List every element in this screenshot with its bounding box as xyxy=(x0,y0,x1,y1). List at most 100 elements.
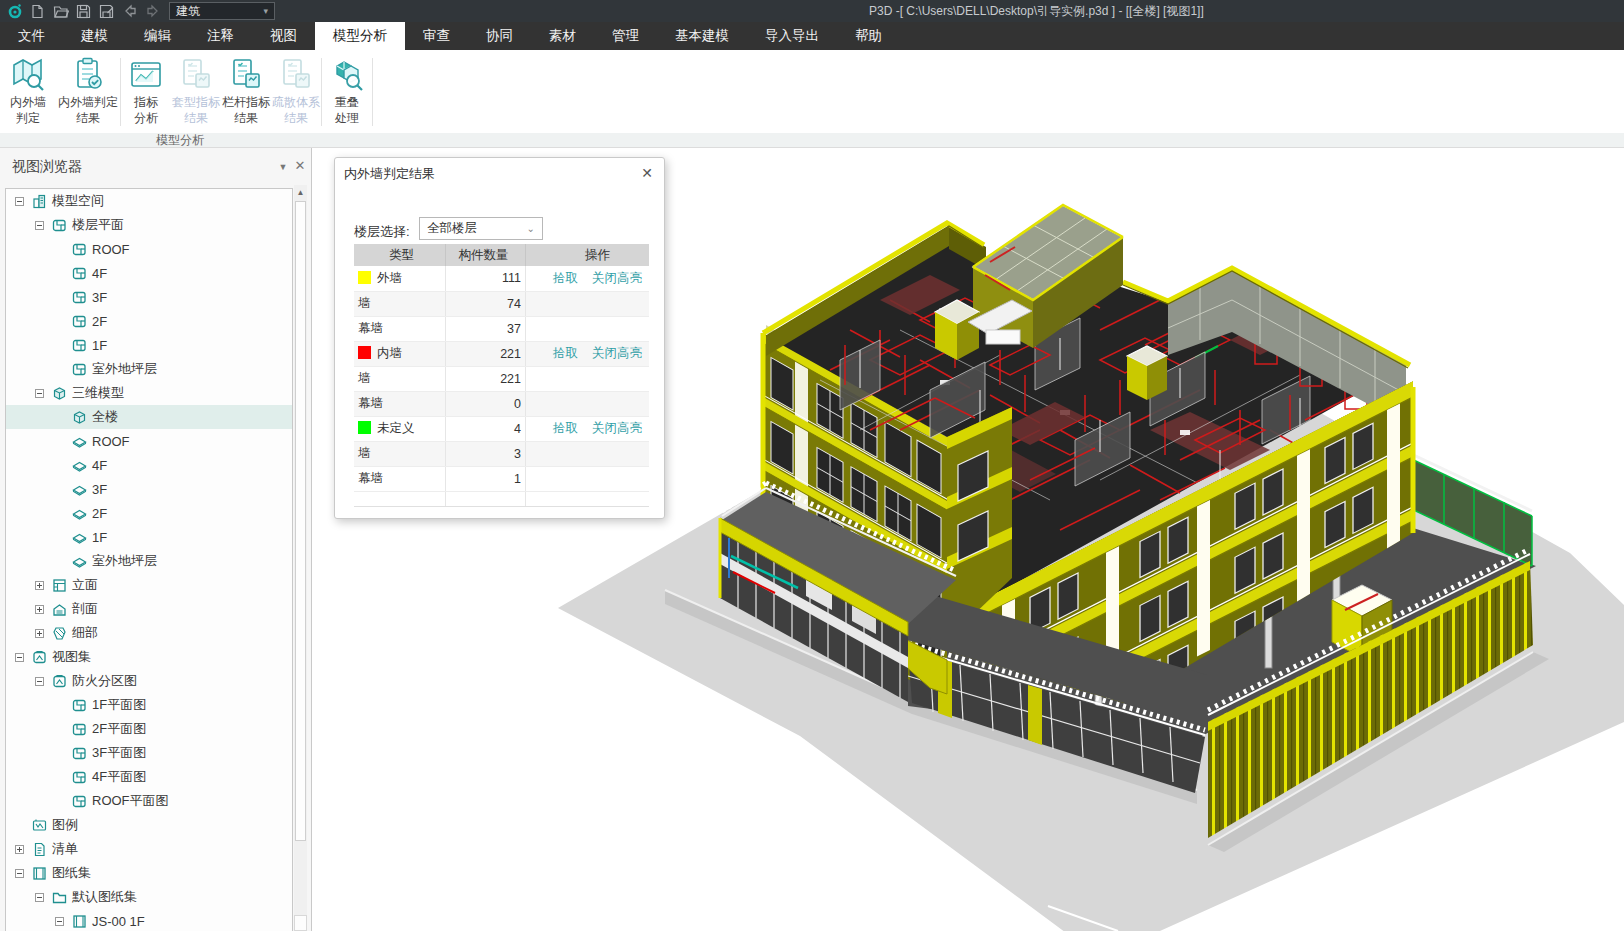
tree-item-三维模型[interactable]: 三维模型 xyxy=(6,381,292,405)
ribbon-button-栏杆指标结果[interactable]: 栏杆指标结果 xyxy=(221,52,271,132)
ribbon-button-内外墙判定结果[interactable]: 内外墙判定结果 xyxy=(56,52,120,132)
open-file-icon[interactable] xyxy=(52,3,69,20)
plan-icon xyxy=(72,722,87,737)
tree-item-模型空间[interactable]: 模型空间 xyxy=(6,189,292,213)
ribbon-button-疏散体系结果[interactable]: 疏散体系结果 xyxy=(271,52,321,132)
tree-item-1F平面图[interactable]: 1F平面图 xyxy=(6,693,292,717)
tree-item-默认图纸集[interactable]: 默认图纸集 xyxy=(6,885,292,909)
panel-collapse-icon[interactable]: ▼ xyxy=(276,160,290,174)
tree-expand-plus-icon[interactable] xyxy=(35,629,44,638)
new-file-icon[interactable] xyxy=(29,3,46,20)
close-highlight-link[interactable]: 关闭高亮 xyxy=(592,346,642,360)
pick-link[interactable]: 拾取 xyxy=(553,346,578,360)
tree-item-2F[interactable]: 2F xyxy=(6,501,292,525)
tree-expand-minus-icon[interactable] xyxy=(35,221,44,230)
tree-expand-plus-icon[interactable] xyxy=(15,845,24,854)
menu-tab-8[interactable]: 协同 xyxy=(468,22,531,50)
tree-item-JS-00 1F[interactable]: JS-00 1F xyxy=(6,909,292,931)
tree-item-视图集[interactable]: 视图集 xyxy=(6,645,292,669)
tree-scrollbar[interactable]: ▲ xyxy=(294,185,307,931)
tree-item-1F[interactable]: 1F xyxy=(6,525,292,549)
ribbon-button-套型指标结果[interactable]: 套型指标结果 xyxy=(171,52,221,132)
menu-tab-4[interactable]: 注释 xyxy=(189,22,252,50)
tree-item-室外地坪层[interactable]: 室外地坪层 xyxy=(6,357,292,381)
tree-item-ROOF[interactable]: ROOF xyxy=(6,429,292,453)
dialog-close-icon[interactable]: ✕ xyxy=(639,165,655,181)
table-row-幕墙-2: 幕墙37 xyxy=(354,316,649,341)
tree-expand-minus-icon[interactable] xyxy=(15,869,24,878)
pick-link[interactable]: 拾取 xyxy=(553,271,578,285)
ribbon-button-重叠处理[interactable]: 重叠处理 xyxy=(322,52,372,132)
menu-tab-7[interactable]: 审查 xyxy=(405,22,468,50)
tree-item-3F[interactable]: 3F xyxy=(6,285,292,309)
menu-tab-2[interactable]: 建模 xyxy=(63,22,126,50)
menu-tab-9[interactable]: 素材 xyxy=(531,22,594,50)
tree-item-1F[interactable]: 1F xyxy=(6,333,292,357)
menu-tab-1[interactable]: 文件 xyxy=(0,22,63,50)
tree-item-ROOF平面图[interactable]: ROOF平面图 xyxy=(6,789,292,813)
table-row-墙-1: 墙74 xyxy=(354,291,649,316)
color-swatch xyxy=(358,421,371,434)
plan-icon xyxy=(72,698,87,713)
tree-item-全楼[interactable]: 全楼 xyxy=(6,405,292,429)
tree-expand-minus-icon[interactable] xyxy=(35,893,44,902)
plan-icon xyxy=(72,338,87,353)
close-highlight-link[interactable]: 关闭高亮 xyxy=(592,421,642,435)
tree-scrollbar-thumb[interactable] xyxy=(295,201,306,841)
menu-tab-13[interactable]: 帮助 xyxy=(837,22,900,50)
menu-tab-12[interactable]: 导入导出 xyxy=(747,22,837,50)
plan-icon xyxy=(72,746,87,761)
menu-tab-10[interactable]: 管理 xyxy=(594,22,657,50)
tree-expand-plus-icon[interactable] xyxy=(35,605,44,614)
undo-icon[interactable] xyxy=(121,3,138,20)
tree-item-剖面[interactable]: 剖面 xyxy=(6,597,292,621)
metric-analysis-icon xyxy=(128,56,164,94)
tree-item-ROOF[interactable]: ROOF xyxy=(6,237,292,261)
menu-tab-6[interactable]: 模型分析 xyxy=(315,22,405,50)
tree-expand-minus-icon[interactable] xyxy=(15,197,24,206)
tree-item-4F[interactable]: 4F xyxy=(6,453,292,477)
ribbon-button-内外墙判定[interactable]: 内外墙判定 xyxy=(0,52,56,132)
redo-icon[interactable] xyxy=(144,3,161,20)
window-title: P3D -[ C:\Users\DELL\Desktop\引导实例.p3d ] … xyxy=(869,0,1204,22)
menu-tab-3[interactable]: 编辑 xyxy=(126,22,189,50)
ribbon-button-指标分析[interactable]: 指标分析 xyxy=(121,52,171,132)
slab-icon xyxy=(72,458,87,473)
tree-expand-minus-icon[interactable] xyxy=(15,653,24,662)
tree-expand-minus-icon[interactable] xyxy=(35,677,44,686)
tree-item-图例[interactable]: 图例 xyxy=(6,813,292,837)
tree-item-4F平面图[interactable]: 4F平面图 xyxy=(6,765,292,789)
tree-item-2F平面图[interactable]: 2F平面图 xyxy=(6,717,292,741)
tree-item-3F[interactable]: 3F xyxy=(6,477,292,501)
save-as-icon[interactable] xyxy=(98,3,115,20)
tree-item-清单[interactable]: 清单 xyxy=(6,837,292,861)
save-icon[interactable] xyxy=(75,3,92,20)
slab-icon xyxy=(72,482,87,497)
view-browser-title: 视图浏览器 xyxy=(12,158,82,176)
tree-expand-plus-icon[interactable] xyxy=(35,581,44,590)
tree-item-立面[interactable]: 立面 xyxy=(6,573,292,597)
panel-close-icon[interactable]: ✕ xyxy=(293,158,307,174)
tree-expand-minus-icon[interactable] xyxy=(35,389,44,398)
scroll-up-icon[interactable]: ▲ xyxy=(294,185,307,200)
legend-icon xyxy=(32,818,47,833)
tree-item-楼层平面[interactable]: 楼层平面 xyxy=(6,213,292,237)
cube-icon xyxy=(72,410,87,425)
tree-item-细部[interactable]: 细部 xyxy=(6,621,292,645)
tree-item-3F平面图[interactable]: 3F平面图 xyxy=(6,741,292,765)
floor-select-dropdown[interactable]: 全部楼层 ⌄ xyxy=(419,217,543,240)
close-highlight-link[interactable]: 关闭高亮 xyxy=(592,271,642,285)
discipline-dropdown[interactable]: 建筑 ▾ xyxy=(169,2,275,20)
tree-item-图纸集[interactable]: 图纸集 xyxy=(6,861,292,885)
table-empty-row xyxy=(354,491,649,506)
tree-item-4F[interactable]: 4F xyxy=(6,261,292,285)
tree-expand-minus-icon[interactable] xyxy=(55,917,64,926)
pick-link[interactable]: 拾取 xyxy=(553,421,578,435)
tree-item-防火分区图[interactable]: 防火分区图 xyxy=(6,669,292,693)
tree-item-室外地坪层[interactable]: 室外地坪层 xyxy=(6,549,292,573)
tree-item-2F[interactable]: 2F xyxy=(6,309,292,333)
overlap-icon xyxy=(329,56,365,94)
menu-tab-5[interactable]: 视图 xyxy=(252,22,315,50)
doc-metric-icon xyxy=(278,56,314,94)
menu-tab-11[interactable]: 基本建模 xyxy=(657,22,747,50)
